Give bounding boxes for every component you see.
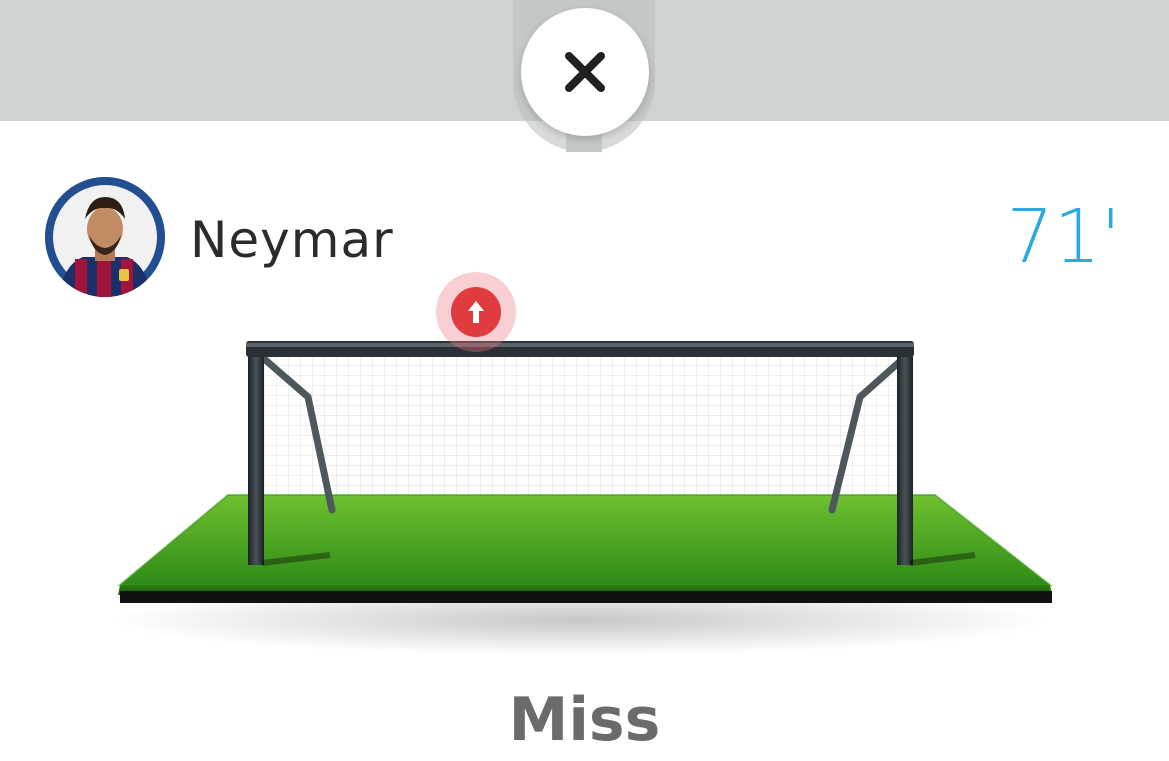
arrow-up-icon bbox=[468, 301, 484, 323]
shot-result: Miss bbox=[508, 685, 661, 755]
close-button[interactable] bbox=[521, 8, 649, 136]
event-detail-card: Neymar 71' Miss bbox=[0, 0, 1169, 761]
goal-illustration bbox=[0, 265, 1169, 665]
shot-marker[interactable] bbox=[436, 272, 516, 352]
close-icon bbox=[565, 52, 605, 92]
player-name: Neymar bbox=[190, 211, 394, 269]
shot-marker-dot bbox=[451, 287, 501, 337]
